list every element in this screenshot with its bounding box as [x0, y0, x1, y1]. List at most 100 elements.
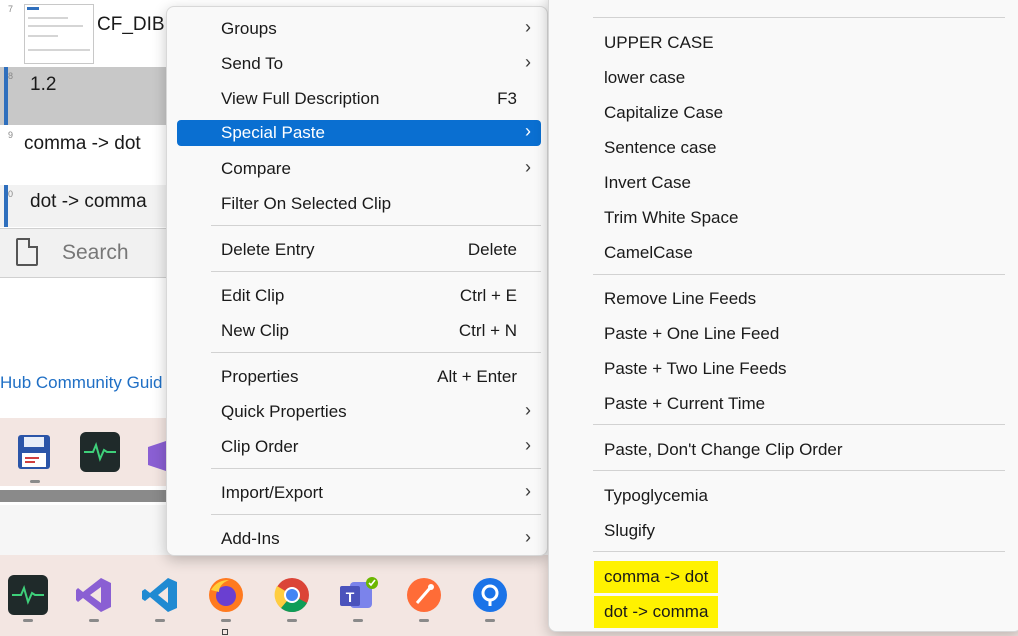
menu-item-label: Add-Ins [221, 529, 280, 548]
submenu-item-label: UPPER CASE [604, 33, 714, 52]
menu-separator [593, 470, 1005, 471]
chrome-icon[interactable] [272, 575, 312, 615]
submenu-item-invert-case[interactable]: Invert Case [549, 169, 1018, 197]
visual-studio-icon[interactable] [74, 575, 114, 615]
menu-separator [211, 352, 541, 353]
submenu-item-label: Capitalize Case [604, 103, 724, 122]
cursor-marker [222, 629, 228, 635]
submenu-item-paste-dont-change-order[interactable]: Paste, Don't Change Clip Order [549, 436, 1018, 464]
submenu-item-dot-to-comma[interactable]: dot -> comma [549, 596, 1018, 628]
chevron-right-icon: › [525, 481, 531, 501]
menu-item-label: Send To [221, 54, 284, 73]
clip-text: 1.2 [30, 74, 57, 95]
menu-item-label: Compare [221, 159, 291, 178]
menu-item-delete-entry[interactable]: Delete Entry Delete [177, 237, 541, 263]
submenu-item-label: comma -> dot [594, 561, 719, 593]
list-item[interactable]: 0 dot -> comma [0, 185, 170, 227]
clip-text: dot -> comma [30, 191, 147, 212]
menu-item-label: Properties [221, 367, 299, 386]
menu-item-groups[interactable]: Groups › [177, 16, 541, 42]
context-menu: Groups › Send To › View Full Description… [166, 6, 548, 556]
special-paste-submenu: UPPER CASE lower case Capitalize Case Se… [548, 0, 1018, 632]
menu-item-label: Quick Properties [221, 402, 347, 421]
menu-item-shortcut: Ctrl + E [459, 286, 517, 305]
submenu-item-capitalize-case[interactable]: Capitalize Case [549, 99, 1018, 127]
menu-separator [211, 271, 541, 272]
submenu-item-paste-one-line-feed[interactable]: Paste + One Line Feed [549, 320, 1018, 348]
submenu-item-lower-case[interactable]: lower case [549, 64, 1018, 92]
menu-separator [593, 424, 1005, 425]
menu-item-filter-on-selected-clip[interactable]: Filter On Selected Clip [177, 191, 541, 217]
pin-app-icon[interactable] [470, 575, 510, 615]
submenu-item-upper-case[interactable]: UPPER CASE [549, 29, 1018, 57]
note-icon [16, 238, 38, 266]
list-item[interactable]: 7 CF_DIB [0, 0, 170, 66]
submenu-item-slugify[interactable]: Slugify [549, 517, 1018, 545]
hub-community-link[interactable]: Hub Community Guid [0, 373, 166, 393]
clip-list: 7 CF_DIB 8 1.2 9 comma -> dot 0 dot -> c… [0, 0, 170, 280]
menu-item-label: Import/Export [221, 483, 324, 502]
activity-monitor-icon[interactable] [80, 432, 120, 472]
menu-item-shortcut: Ctrl + N [458, 321, 517, 340]
list-item[interactable]: 9 comma -> dot [0, 126, 170, 184]
menu-item-label: Groups [221, 19, 277, 38]
menu-item-label: Special Paste [221, 123, 325, 142]
menu-item-view-full-description[interactable]: View Full Description F3 [177, 86, 541, 112]
menu-separator [211, 225, 541, 226]
menu-item-label: View Full Description [221, 89, 380, 108]
menu-item-import-export[interactable]: Import/Export › [177, 480, 541, 506]
submenu-item-sentence-case[interactable]: Sentence case [549, 134, 1018, 162]
postman-icon[interactable] [404, 575, 444, 615]
firefox-icon[interactable] [206, 575, 246, 615]
scrollbar[interactable] [0, 490, 170, 502]
menu-item-label: Edit Clip [221, 286, 285, 305]
background-panel [0, 505, 170, 555]
submenu-item-label: lower case [604, 68, 686, 87]
row-number: 7 [8, 4, 14, 14]
clip-thumbnail [24, 4, 94, 64]
chevron-right-icon: › [525, 17, 531, 37]
menu-item-label: Filter On Selected Clip [221, 194, 392, 213]
menu-separator [593, 551, 1005, 552]
submenu-item-label: Sentence case [604, 138, 717, 157]
activity-monitor-icon[interactable] [8, 575, 48, 615]
submenu-item-label: Paste, Don't Change Clip Order [604, 440, 843, 459]
chevron-right-icon: › [525, 121, 531, 141]
vscode-icon[interactable] [140, 575, 180, 615]
menu-item-new-clip[interactable]: New Clip Ctrl + N [177, 318, 541, 344]
list-item[interactable]: 8 1.2 [0, 67, 170, 125]
submenu-item-typoglycemia[interactable]: Typoglycemia [549, 482, 1018, 510]
submenu-item-label: Paste + Current Time [604, 394, 766, 413]
menu-item-special-paste[interactable]: Special Paste › [177, 120, 541, 146]
chevron-right-icon: › [525, 157, 531, 177]
submenu-item-label: Invert Case [604, 173, 691, 192]
chevron-right-icon: › [525, 435, 531, 455]
search-bar[interactable]: Search [0, 228, 170, 278]
menu-item-properties[interactable]: Properties Alt + Enter [177, 364, 541, 390]
menu-item-clip-order[interactable]: Clip Order › [177, 434, 541, 460]
submenu-item-label: Trim White Space [604, 208, 739, 227]
menu-separator [211, 514, 541, 515]
submenu-item-paste-current-time[interactable]: Paste + Current Time [549, 390, 1018, 418]
menu-item-quick-properties[interactable]: Quick Properties › [177, 399, 541, 425]
floppy-disk-icon[interactable] [14, 432, 54, 472]
submenu-item-label: CamelCase [604, 243, 693, 262]
menu-item-edit-clip[interactable]: Edit Clip Ctrl + E [177, 283, 541, 309]
menu-item-add-ins[interactable]: Add-Ins › [177, 526, 541, 552]
submenu-item-label: Slugify [604, 521, 656, 540]
teams-icon[interactable]: T [338, 575, 378, 615]
menu-item-shortcut: F3 [497, 89, 517, 108]
menu-item-label: Delete Entry [221, 240, 315, 259]
search-input[interactable]: Search [62, 241, 129, 265]
visual-studio-icon[interactable] [146, 436, 166, 476]
clip-text: CF_DIB [97, 14, 165, 35]
submenu-item-trim-white-space[interactable]: Trim White Space [549, 204, 1018, 232]
background-taskbar [0, 418, 170, 486]
submenu-item-comma-to-dot[interactable]: comma -> dot [549, 561, 1018, 593]
submenu-item-remove-line-feeds[interactable]: Remove Line Feeds [549, 285, 1018, 313]
submenu-item-paste-two-line-feeds[interactable]: Paste + Two Line Feeds [549, 355, 1018, 383]
submenu-item-camelcase[interactable]: CamelCase [549, 239, 1018, 267]
menu-item-shortcut: Delete [467, 240, 517, 259]
menu-item-compare[interactable]: Compare › [177, 156, 541, 182]
menu-item-send-to[interactable]: Send To › [177, 51, 541, 77]
